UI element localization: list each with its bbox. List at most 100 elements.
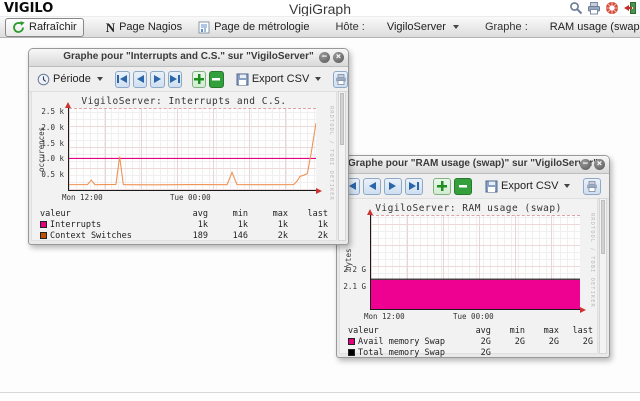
export-csv-button[interactable]: Export CSV bbox=[482, 179, 573, 194]
y-tick-label: 2.1 G bbox=[343, 282, 366, 292]
first-period-button[interactable] bbox=[115, 70, 130, 88]
refresh-icon bbox=[13, 20, 25, 33]
minimize-icon[interactable]: − bbox=[319, 52, 330, 63]
chart-title: VigiloServer: Interrupts and C.S. bbox=[81, 96, 287, 107]
x-ticks: Mon 12:00 Tue 00:00 bbox=[364, 312, 580, 322]
y-tick-label: 2.0 k bbox=[41, 122, 64, 132]
chevron-down-icon bbox=[564, 184, 571, 188]
legend-color-swatch bbox=[348, 338, 355, 345]
refresh-label: Rafraîchir bbox=[29, 21, 77, 33]
zoom-out-button[interactable] bbox=[209, 70, 224, 88]
y-tick-label: 1.0 k bbox=[41, 154, 64, 164]
print-graph-icon[interactable] bbox=[583, 177, 602, 195]
window-interrupts: Graphe pour "Interrupts and C.S." sur "V… bbox=[28, 48, 349, 245]
legend-row: Avail memory Swap 2G 2G 2G 2G bbox=[348, 336, 593, 347]
previous-period-button[interactable] bbox=[132, 70, 148, 88]
legend-color-swatch bbox=[348, 349, 355, 356]
metrology-label: Page de métrologie bbox=[214, 21, 310, 33]
series-avail-memory-swap bbox=[371, 279, 580, 309]
metrology-page-button[interactable]: Page de métrologie bbox=[192, 19, 315, 36]
x-tick-label: Mon 12:00 bbox=[364, 312, 405, 321]
legend-row: Total memory Swap 2G bbox=[348, 347, 593, 358]
x-ticks: Mon 12:00 Tue 00:00 bbox=[62, 193, 316, 203]
plot-area bbox=[367, 209, 586, 313]
x-axis-arrow bbox=[580, 307, 586, 313]
host-dropdown[interactable]: VigiloServer bbox=[381, 19, 465, 35]
page-header: VIGILO VigiGraph bbox=[0, 0, 640, 17]
window-toolbar: Export CSV bbox=[337, 174, 609, 199]
save-icon bbox=[236, 73, 249, 85]
x-tick-label: Tue 00:00 bbox=[170, 193, 211, 202]
close-icon[interactable]: × bbox=[333, 52, 344, 63]
periode-label: Période bbox=[53, 73, 91, 85]
export-csv-button[interactable]: Export CSV bbox=[233, 72, 324, 87]
rrdtool-watermark: RRDTOOL / TOBI OETIKER bbox=[328, 106, 334, 201]
chart-legend: valeur avg min max last Avail memory Swap 2G 2G… bbox=[348, 325, 593, 358]
window-ram-usage: Graphe pour "RAM usage (swap)" sur "Vigi… bbox=[336, 155, 610, 358]
nagios-page-button[interactable]: N Page Nagios bbox=[100, 19, 188, 35]
close-icon[interactable]: × bbox=[594, 159, 605, 170]
next-period-button[interactable] bbox=[150, 70, 165, 88]
help-icon[interactable] bbox=[605, 1, 619, 15]
legend-color-swatch bbox=[40, 221, 47, 228]
nagios-icon: N bbox=[105, 19, 116, 35]
x-axis-arrow bbox=[316, 188, 322, 194]
window-title: Graphe pour "Interrupts and C.S." sur "V… bbox=[63, 51, 314, 62]
window-scrollbar[interactable] bbox=[338, 91, 346, 241]
logout-icon[interactable] bbox=[623, 1, 637, 15]
clock-icon bbox=[37, 73, 50, 85]
last-period-button[interactable] bbox=[405, 177, 423, 195]
window-titlebar[interactable]: Graphe pour "RAM usage (swap)" sur "Vigi… bbox=[337, 156, 609, 174]
y-ticks: 0.5 k 1.0 k 1.5 k 2.0 k 2.5 k bbox=[32, 107, 67, 190]
y-tick-label: 2.2 G bbox=[343, 264, 366, 274]
graph-value: RAM usage (swap) bbox=[549, 21, 640, 33]
host-label: Hôte : bbox=[335, 21, 365, 33]
x-tick-label: Tue 00:00 bbox=[453, 312, 494, 321]
print-graph-icon[interactable] bbox=[333, 70, 348, 88]
legend-header: valeur avg min max last bbox=[40, 208, 328, 219]
legend-color-swatch bbox=[40, 232, 47, 239]
chart-legend: valeur avg min max last Interrupts 1k 1k 1k 1k Con… bbox=[40, 208, 332, 241]
previous-period-button[interactable] bbox=[363, 177, 381, 195]
chevron-down-icon bbox=[315, 77, 322, 81]
periode-dropdown[interactable]: Période bbox=[34, 72, 106, 87]
y-tick-label: 2.5 k bbox=[41, 107, 64, 117]
chevron-down-icon bbox=[96, 77, 103, 81]
window-scrollbar[interactable] bbox=[599, 198, 607, 354]
ram-chart: VigiloServer: RAM usage (swap) bytes 2.2… bbox=[339, 198, 598, 358]
window-titlebar[interactable]: Graphe pour "Interrupts and C.S." sur "V… bbox=[29, 49, 348, 67]
zoom-in-button[interactable] bbox=[433, 177, 451, 195]
y-tick-label: 1.5 k bbox=[41, 138, 64, 148]
window-title: Graphe pour "RAM usage (swap)" sur "Vigi… bbox=[348, 158, 598, 169]
legend-series-name: Avail memory Swap bbox=[348, 337, 457, 347]
graph-label: Graphe : bbox=[484, 21, 528, 33]
y-tick-label: 0.5 k bbox=[41, 170, 64, 180]
export-csv-label: Export CSV bbox=[501, 180, 559, 192]
rrdtool-watermark: RRDTOOL / TOBI OETIKER bbox=[589, 213, 595, 308]
chevron-down-icon bbox=[452, 25, 459, 29]
minimize-icon[interactable]: − bbox=[580, 159, 591, 170]
ram-series-svg bbox=[371, 215, 580, 309]
graph-dropdown[interactable]: RAM usage (swap) bbox=[544, 19, 640, 35]
refresh-button[interactable]: Rafraîchir bbox=[5, 17, 84, 37]
nagios-label: Page Nagios bbox=[119, 21, 183, 33]
legend-row: Context Switches 189 146 2k 2k bbox=[40, 230, 332, 241]
last-period-button[interactable] bbox=[167, 70, 183, 88]
header-icons bbox=[569, 1, 637, 15]
series-context-switches bbox=[69, 123, 316, 185]
chart-title: VigiloServer: RAM usage (swap) bbox=[375, 203, 562, 214]
print-icon[interactable] bbox=[587, 1, 601, 15]
next-period-button[interactable] bbox=[384, 177, 402, 195]
page-title: VigiGraph bbox=[288, 1, 351, 17]
search-icon[interactable] bbox=[569, 1, 583, 15]
export-csv-label: Export CSV bbox=[251, 73, 310, 85]
legend-series-name: Interrupts bbox=[40, 220, 168, 230]
plot-area bbox=[65, 102, 322, 194]
zoom-out-button[interactable] bbox=[454, 177, 472, 195]
x-tick-label: Mon 12:00 bbox=[62, 193, 103, 202]
legend-header: valeur avg min max last bbox=[348, 325, 594, 336]
zoom-in-button[interactable] bbox=[191, 70, 207, 88]
legend-series-name: Total memory Swap bbox=[348, 348, 457, 358]
window-toolbar: Période Export CSV bbox=[29, 67, 348, 92]
legend-row: Interrupts 1k 1k 1k 1k bbox=[40, 219, 332, 230]
